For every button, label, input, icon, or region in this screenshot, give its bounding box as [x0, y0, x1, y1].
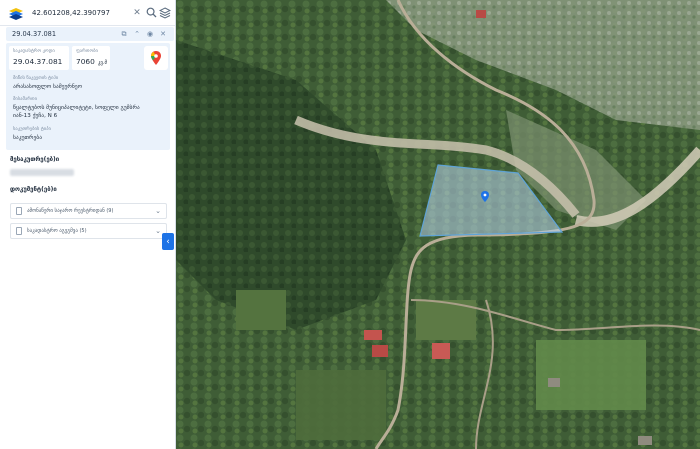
field-label: საკუთრების ტიპი [13, 127, 51, 132]
map-imagery [176, 0, 700, 449]
area-value: 7060 [76, 57, 95, 66]
google-maps-pin-icon [151, 51, 161, 65]
eye-icon[interactable]: ◉ [145, 29, 155, 39]
chevron-up-icon[interactable]: ⌃ [132, 29, 142, 39]
chevron-down-icon: ⌄ [155, 207, 161, 215]
owner-name-redacted [10, 169, 74, 176]
collapse-panel-button[interactable]: ‹ [162, 233, 174, 250]
layers-icon[interactable] [158, 6, 172, 20]
accordion-cadastral-survey[interactable]: საკადასტრო აგეგმვა (5) ⌄ [10, 223, 167, 239]
field-label: მისამართი [13, 97, 37, 102]
cadastral-code-chip: საკადასტრო კოდი 29.04.37.081 [9, 46, 69, 70]
field-label: მიწის ნაკვეთის ტიპი [13, 76, 59, 81]
chip-label: საკადასტრო კოდი [13, 49, 55, 54]
address-field: მისამართი წყალტუბოს მუნიციპალიტეტი, სოფე… [13, 97, 140, 120]
accordion-registry-extract[interactable]: ამონაწერი საჯარო რეესტრიდან (9) ⌄ [10, 203, 167, 219]
georgia-napr-logo-icon [8, 6, 24, 20]
accordion-label: ამონაწერი საჯარო რეესტრიდან (9) [27, 208, 114, 214]
parcel-card-body: საკადასტრო კოდი 29.04.37.081 ფართობი 706… [6, 43, 170, 150]
field-value: საკუთრება [13, 135, 43, 141]
close-icon[interactable]: ✕ [130, 6, 144, 20]
area-unit: კვ.მ [97, 60, 108, 66]
field-value: წყალტუბოს მუნიციპალიტეტი, სოფელი გუმბრა … [13, 105, 140, 119]
satellite-map[interactable] [176, 0, 700, 449]
owners-title: მესაკუთრე(ებ)ი [10, 156, 60, 163]
area-chip: ფართობი 7060 კვ.მ [72, 46, 110, 70]
google-maps-button[interactable] [144, 46, 168, 70]
close-icon[interactable]: ✕ [158, 29, 168, 39]
chip-label: ფართობი [76, 49, 98, 54]
parcel-info-panel: ✕ 29.04.37.081 ⧉ ⌃ ◉ ✕ საკადასტრო კოდი 2… [0, 0, 176, 449]
parcel-card-header: 29.04.37.081 ⧉ ⌃ ◉ ✕ [6, 27, 174, 41]
ownership-type-field: საკუთრების ტიპი საკუთრება [13, 127, 51, 142]
search-bar: ✕ [0, 0, 175, 26]
parcel-header-code: 29.04.37.081 [12, 30, 57, 38]
parcel-type-field: მიწის ნაკვეთის ტიპი არასასოფლო სამეურნეო [13, 76, 82, 91]
search-input[interactable] [32, 8, 128, 17]
chip-value: 29.04.37.081 [13, 57, 63, 66]
document-icon [16, 227, 22, 235]
share-icon[interactable]: ⧉ [119, 29, 129, 39]
search-icon[interactable] [144, 6, 158, 20]
field-value: არასასოფლო სამეურნეო [13, 84, 83, 90]
document-icon [16, 207, 22, 215]
documents-title: დოკუმენტ(ებ)ი [10, 186, 57, 193]
chevron-down-icon: ⌄ [155, 227, 161, 235]
chevron-left-icon: ‹ [166, 236, 170, 247]
chip-value: 7060 კვ.მ [76, 57, 107, 66]
accordion-label: საკადასტრო აგეგმვა (5) [27, 228, 87, 234]
